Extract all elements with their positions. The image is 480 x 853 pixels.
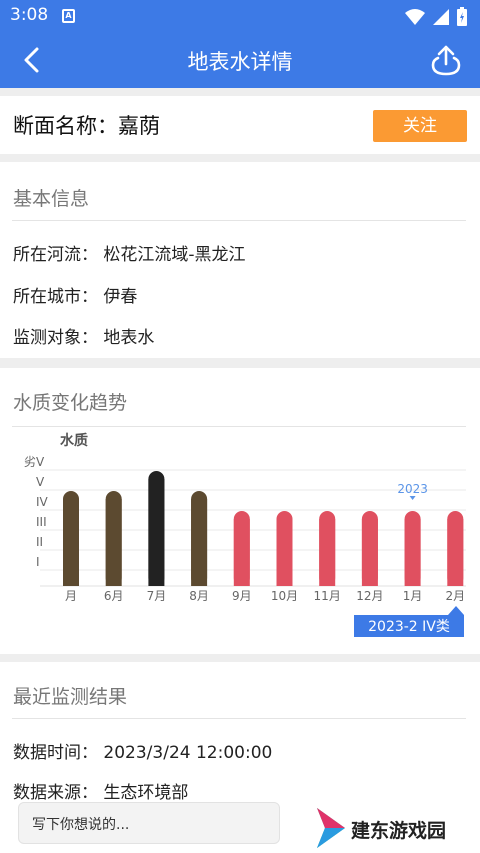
- info-label: 监测对象：: [13, 328, 98, 348]
- x-tick-label: 1月: [403, 589, 423, 603]
- result-title: 最近监测结果: [13, 686, 128, 708]
- chart-bar-body: [276, 519, 293, 586]
- page-title: 地表水详情: [187, 50, 293, 74]
- divider: [12, 718, 466, 719]
- divider: [12, 220, 466, 221]
- x-tick-label: 6月: [104, 589, 124, 603]
- x-tick-label: 11月: [314, 589, 341, 603]
- section-name-value: 嘉荫: [118, 114, 160, 138]
- chart-bar-body: [191, 499, 208, 586]
- status-time: 3:08: [10, 5, 49, 25]
- app-bar: 地表水详情: [0, 33, 480, 88]
- x-tick-label: 2月: [445, 589, 465, 603]
- chart-bar-body: [63, 499, 79, 586]
- battery-icon: [457, 7, 467, 26]
- y-axis-title: 水质: [60, 432, 88, 449]
- y-tick-label: II: [36, 535, 43, 549]
- section-name: 断面名称：嘉荫: [13, 110, 160, 140]
- info-row-city: 所在城市： 伊春: [13, 282, 137, 307]
- y-tick-label: IV: [36, 495, 49, 509]
- result-row-source: 数据来源： 生态环境部: [13, 778, 188, 803]
- tooltip-text: 2023-2 IV类: [368, 619, 450, 635]
- x-tick-label: 12月: [356, 589, 383, 603]
- result-label: 数据时间：: [13, 743, 98, 763]
- x-tick-label: 9月: [232, 589, 252, 603]
- chart-bar-body: [105, 499, 122, 586]
- chart-bar-body: [319, 519, 336, 586]
- result-value: 生态环境部: [103, 783, 189, 803]
- wifi-icon: [404, 9, 425, 25]
- chart-bar-body: [148, 479, 165, 586]
- section-name-card: 断面名称：嘉荫 关注: [0, 96, 480, 154]
- x-tick-label: 7月: [147, 589, 167, 603]
- result-value: 2023/3/24 12:00:00: [103, 743, 273, 763]
- y-tick-label: V: [36, 475, 45, 489]
- info-value: 伊春: [103, 287, 138, 307]
- info-row-river: 所在河流： 松花江流域-黑龙江: [13, 240, 246, 265]
- trend-card: 水质变化趋势 水质 I II III IV V 劣V 月 6月 7月 8月 9月 10月 11月 12月 1月…: [0, 368, 480, 654]
- app-notification-icon: A: [62, 9, 75, 23]
- section-name-label: 断面名称：: [13, 114, 118, 138]
- chart-bar-body: [404, 519, 421, 586]
- follow-button[interactable]: 关注: [373, 110, 467, 142]
- chart-bar-body: [233, 519, 250, 586]
- x-tick-label: 月: [65, 589, 77, 603]
- basic-info-title: 基本信息: [13, 188, 90, 210]
- chart-bar-body: [361, 519, 378, 586]
- comment-placeholder: 写下你想说的...: [32, 817, 130, 833]
- info-row-object: 监测对象： 地表水: [13, 323, 154, 348]
- watermark-logo-icon: [317, 808, 345, 848]
- year-marker-label: 2023: [397, 482, 428, 496]
- info-value: 地表水: [103, 328, 155, 348]
- info-label: 所在城市：: [13, 287, 98, 307]
- water-quality-chart[interactable]: 水质IIIIIIIVV劣V月 6月 7月 8月 9月 10月 11月 12月 1月 2月20232…: [0, 368, 480, 654]
- share-upload-icon[interactable]: [430, 43, 462, 77]
- y-tick-label: III: [36, 515, 47, 529]
- year-marker-caret: [409, 496, 416, 500]
- y-tick-label: 劣V: [24, 455, 45, 469]
- system-icons: [404, 7, 468, 27]
- signal-icon: [432, 9, 449, 25]
- watermark-text: 建东游戏园: [351, 820, 447, 842]
- comment-input[interactable]: 写下你想说的...: [18, 802, 280, 844]
- chart-bar-body: [447, 519, 464, 586]
- watermark: 建东游戏园: [283, 804, 473, 852]
- result-label: 数据来源：: [13, 783, 98, 803]
- basic-info-card: 基本信息 所在河流： 松花江流域-黑龙江 所在城市： 伊春 监测对象： 地表水: [0, 162, 480, 358]
- info-label: 所在河流：: [13, 245, 98, 265]
- y-tick-label: I: [36, 555, 40, 569]
- result-row-time: 数据时间： 2023/3/24 12:00:00: [13, 738, 272, 763]
- x-tick-label: 10月: [271, 589, 298, 603]
- status-bar: 3:08 A: [0, 0, 480, 33]
- info-value: 松花江流域-黑龙江: [103, 245, 246, 265]
- x-tick-label: 8月: [189, 589, 209, 603]
